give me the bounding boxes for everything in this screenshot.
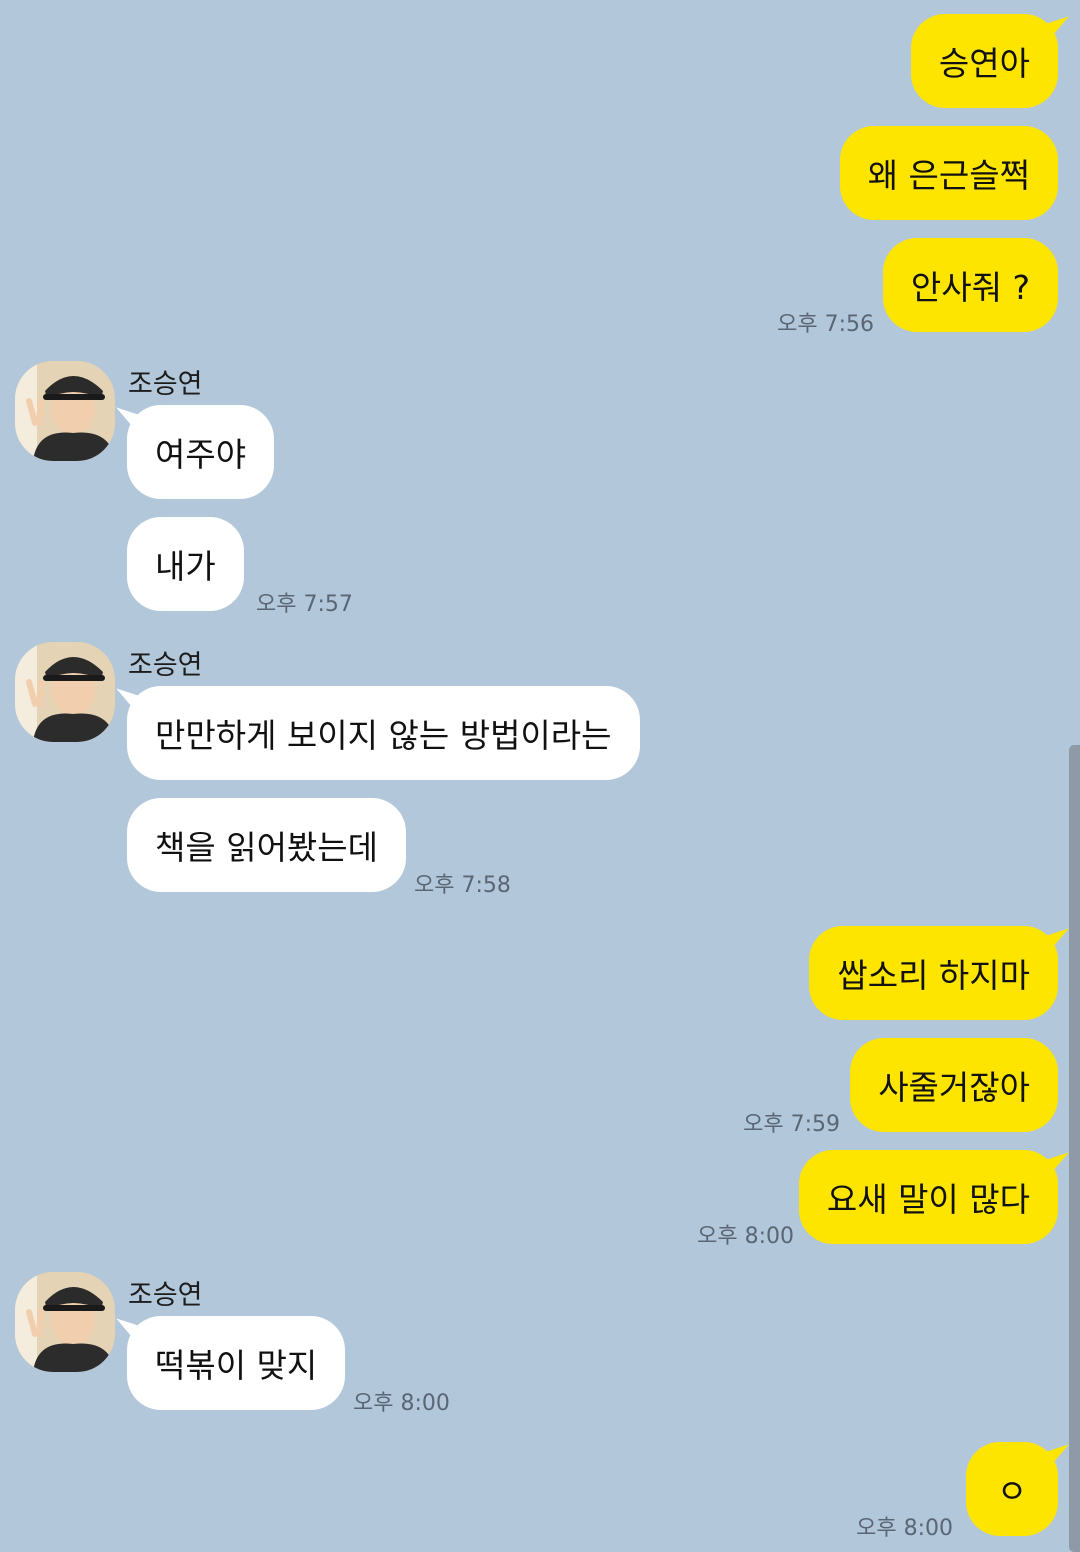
sender-name: 조승연 bbox=[128, 369, 203, 400]
message-text: 승연아 bbox=[938, 44, 1030, 83]
message-text: 여주야 bbox=[155, 435, 247, 474]
message-timestamp: 오후 7:59 bbox=[743, 1112, 840, 1137]
message-bubble-mine[interactable]: 요새 말이 많다 bbox=[798, 1150, 1058, 1244]
message-bubble-mine[interactable]: 쌉소리 하지마 bbox=[809, 926, 1058, 1020]
message-text: 안사줘 ? bbox=[910, 268, 1030, 307]
message-timestamp: 오후 8:00 bbox=[353, 1391, 450, 1416]
chat-room: 승연아 왜 은근슬쩍 안사줘 ? 오후 7:56 조승연 여주야 내가 오후 7… bbox=[0, 0, 1080, 1552]
message-timestamp: 오후 8:00 bbox=[697, 1224, 794, 1249]
message-text: 만만하게 보이지 않는 방법이라는 bbox=[155, 716, 612, 755]
message-bubble-theirs[interactable]: 만만하게 보이지 않는 방법이라는 bbox=[127, 686, 640, 780]
sender-name: 조승연 bbox=[128, 650, 203, 681]
message-text: 떡볶이 맞지 bbox=[155, 1346, 318, 1385]
message-bubble-mine[interactable]: 안사줘 ? bbox=[882, 238, 1058, 332]
message-bubble-theirs[interactable]: 책을 읽어봤는데 bbox=[127, 798, 407, 892]
message-bubble-theirs[interactable]: 여주야 bbox=[127, 405, 275, 499]
message-text: 내가 bbox=[155, 547, 216, 586]
profile-photo-icon[interactable] bbox=[15, 642, 115, 742]
chat-scrollbar[interactable] bbox=[1069, 745, 1080, 1552]
message-bubble-theirs[interactable]: 내가 bbox=[127, 517, 244, 611]
message-text: 요새 말이 많다 bbox=[826, 1180, 1030, 1219]
sender-name: 조승연 bbox=[128, 1280, 203, 1311]
message-text: 왜 은근슬쩍 bbox=[867, 156, 1030, 195]
profile-photo-icon[interactable] bbox=[15, 361, 115, 461]
message-timestamp: 오후 8:00 bbox=[856, 1516, 953, 1541]
message-timestamp: 오후 7:57 bbox=[256, 592, 353, 617]
message-timestamp: 오후 7:56 bbox=[777, 312, 874, 337]
message-bubble-mine[interactable]: 승연아 bbox=[910, 14, 1058, 108]
message-text: 쌉소리 하지마 bbox=[837, 956, 1030, 995]
message-bubble-mine[interactable]: ㅇ bbox=[966, 1442, 1058, 1536]
message-text: ㅇ bbox=[996, 1472, 1028, 1511]
message-bubble-theirs[interactable]: 떡볶이 맞지 bbox=[127, 1316, 346, 1410]
message-text: 사줄거잖아 bbox=[878, 1068, 1030, 1107]
message-bubble-mine[interactable]: 사줄거잖아 bbox=[850, 1038, 1058, 1132]
message-bubble-mine[interactable]: 왜 은근슬쩍 bbox=[839, 126, 1058, 220]
profile-photo-icon[interactable] bbox=[15, 1272, 115, 1372]
message-text: 책을 읽어봤는데 bbox=[155, 828, 379, 867]
message-timestamp: 오후 7:58 bbox=[414, 873, 511, 898]
